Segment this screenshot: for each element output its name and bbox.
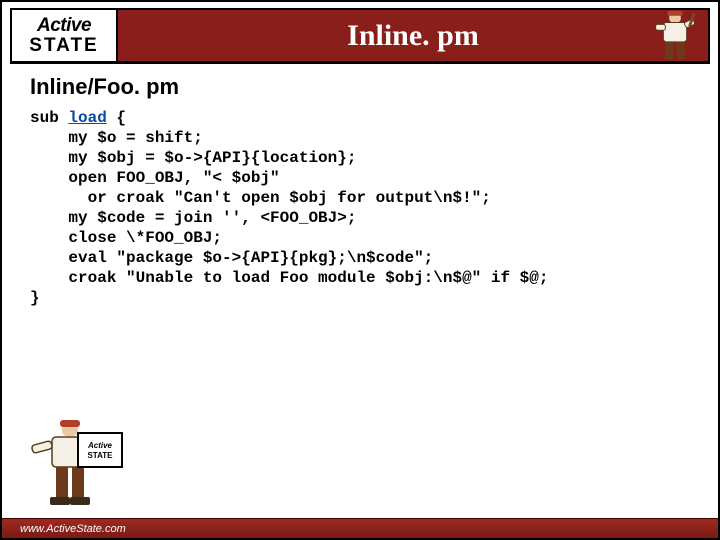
- code-brace-open: {: [107, 109, 126, 127]
- code-line: open FOO_OBJ, "< $obj": [30, 169, 280, 187]
- svg-text:Active: Active: [87, 441, 113, 450]
- code-line: my $obj = $o->{API}{location};: [30, 149, 356, 167]
- svg-text:STATE: STATE: [87, 451, 113, 460]
- title-bar: Inline. pm: [118, 8, 710, 63]
- slide-subtitle: Inline/Foo. pm: [30, 74, 718, 100]
- code-line: my $code = join '', <FOO_OBJ>;: [30, 209, 356, 227]
- code-line: my $o = shift;: [30, 129, 203, 147]
- code-line: or croak "Can't open $obj for output\n$!…: [30, 189, 491, 207]
- code-brace-close: }: [30, 289, 40, 307]
- footer-bar: www.ActiveState.com: [2, 518, 718, 538]
- worker-icon: [646, 6, 704, 66]
- worker-with-box-icon: Active STATE: [20, 415, 130, 520]
- code-line: croak "Unable to load Foo module $obj:\n…: [30, 269, 548, 287]
- activestate-logo: Active STATE: [10, 8, 118, 63]
- code-keyword-sub: sub: [30, 109, 68, 127]
- code-line: close \*FOO_OBJ;: [30, 229, 222, 247]
- code-keyword-load: load: [68, 109, 106, 127]
- logo-line1: Active: [37, 16, 91, 36]
- logo-line2: STATE: [29, 36, 98, 56]
- code-block: sub load { my $o = shift; my $obj = $o->…: [30, 108, 718, 308]
- slide-header: Active STATE Inline. pm: [10, 8, 710, 64]
- code-line: eval "package $o->{API}{pkg};\n$code";: [30, 249, 433, 267]
- slide-title: Inline. pm: [347, 19, 479, 53]
- footer-url: www.ActiveState.com: [20, 523, 126, 535]
